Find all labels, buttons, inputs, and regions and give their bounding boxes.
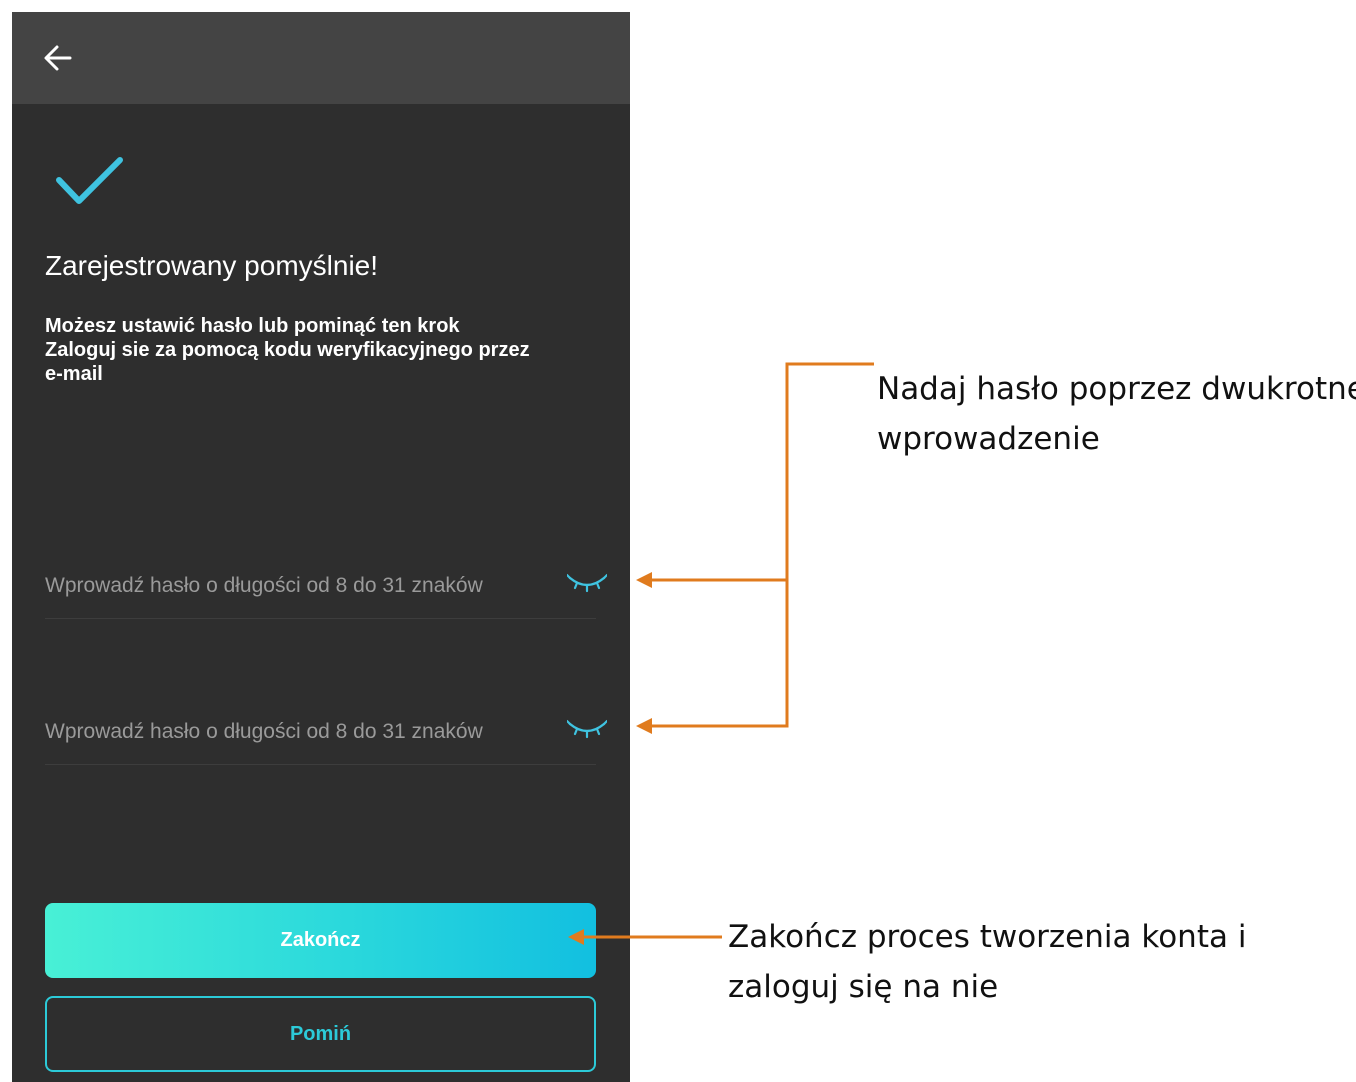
page: Zarejestrowany pomyślnie! Możesz ustawić… bbox=[0, 0, 1356, 1082]
confirm-password-input[interactable] bbox=[45, 702, 555, 762]
arrowhead-icon bbox=[636, 572, 652, 588]
phone-screen: Zarejestrowany pomyślnie! Możesz ustawić… bbox=[12, 12, 630, 1082]
password-field bbox=[45, 556, 607, 619]
instruction-line: Możesz ustawić hasło lub pominąć ten kro… bbox=[45, 315, 460, 337]
annotation-line: zaloguj się na nie bbox=[728, 969, 999, 1005]
annotation-line: Zakończ proces tworzenia konta i bbox=[728, 919, 1247, 955]
finish-button[interactable]: Zakończ bbox=[45, 903, 596, 978]
password-bracket-line bbox=[650, 362, 874, 728]
password-input[interactable] bbox=[45, 556, 555, 616]
finish-annotation: Zakończ proces tworzenia konta i zaloguj… bbox=[728, 912, 1246, 1012]
back-button[interactable] bbox=[38, 38, 78, 78]
instruction-line: e-mail bbox=[45, 363, 103, 385]
instruction-text: Możesz ustawić hasło lub pominąć ten kro… bbox=[45, 314, 615, 386]
page-title: Zarejestrowany pomyślnie! bbox=[45, 250, 379, 281]
password-annotation: Nadaj hasło poprzez dwukrotne wprowadzen… bbox=[877, 364, 1356, 464]
arrow-left-icon bbox=[44, 45, 72, 71]
eye-closed-icon[interactable] bbox=[567, 573, 607, 595]
arrowhead-icon bbox=[636, 718, 652, 734]
annotation-line: wprowadzenie bbox=[877, 421, 1100, 457]
checkmark-icon bbox=[56, 157, 123, 204]
top-app-bar bbox=[12, 12, 630, 104]
skip-button[interactable]: Pomiń bbox=[45, 996, 596, 1072]
annotation-line: Nadaj hasło poprzez dwukrotne bbox=[877, 371, 1356, 407]
confirm-password-field bbox=[45, 702, 607, 765]
eye-closed-icon[interactable] bbox=[567, 719, 607, 741]
instruction-line: Zaloguj sie za pomocą kodu weryfikacyjne… bbox=[45, 339, 530, 361]
